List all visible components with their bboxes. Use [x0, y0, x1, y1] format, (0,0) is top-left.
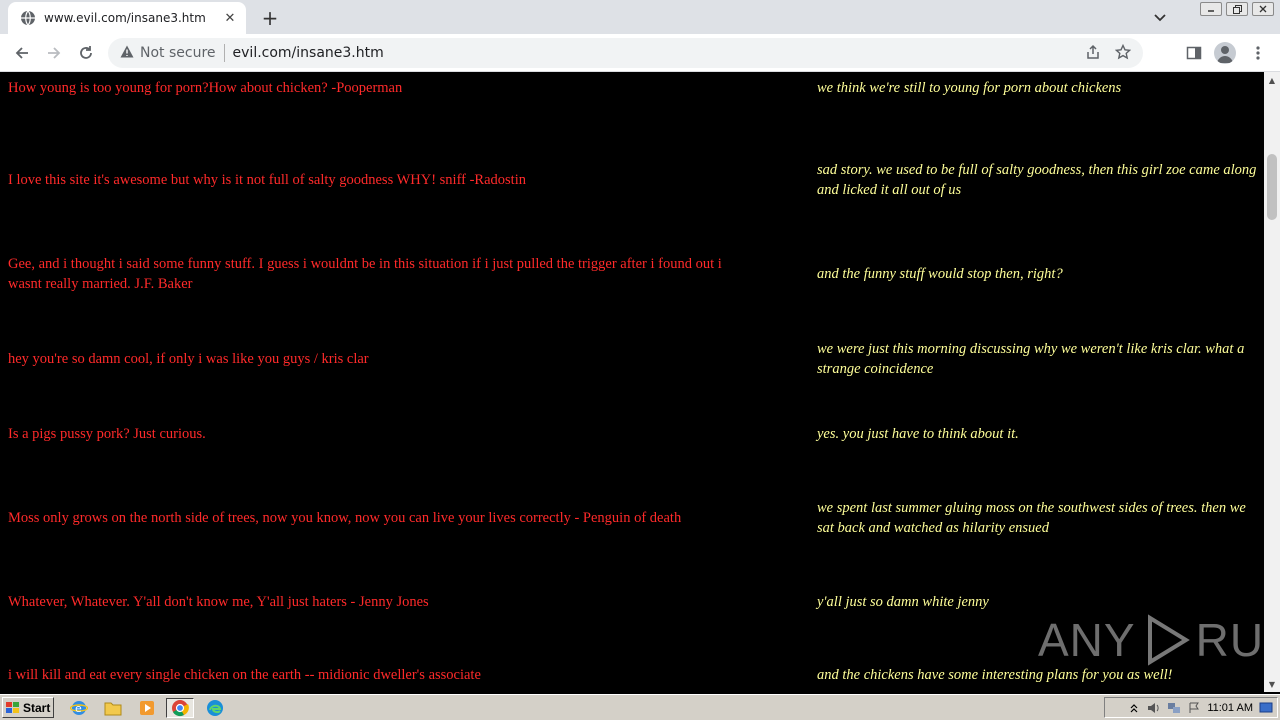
- scroll-thumb[interactable]: [1267, 154, 1277, 220]
- site-reply: and the funny stuff would stop then, rig…: [817, 266, 1063, 282]
- visitor-comment: Whatever, Whatever. Y'all don't know me,…: [8, 594, 429, 610]
- site-reply: sad story. we used to be full of salty g…: [817, 162, 1257, 198]
- chrome-taskbar-icon[interactable]: [166, 698, 194, 718]
- visitor-comment: Gee, and i thought i said some funny stu…: [8, 256, 722, 292]
- browser-tab[interactable]: www.evil.com/insane3.htm ✕: [8, 2, 246, 34]
- scroll-down-arrow-icon[interactable]: ▼: [1264, 676, 1280, 692]
- security-indicator[interactable]: Not secure: [120, 45, 216, 62]
- taskbar: Start e 11:01 AM: [0, 694, 1280, 720]
- clock[interactable]: 11:01 AM: [1207, 702, 1253, 714]
- page-content: How young is too young for porn?How abou…: [0, 72, 1264, 692]
- tab-strip: www.evil.com/insane3.htm ✕ +: [0, 0, 1280, 34]
- file-explorer-icon[interactable]: [102, 698, 124, 718]
- media-player-icon[interactable]: [136, 698, 158, 718]
- show-desktop-icon[interactable]: [1259, 701, 1273, 715]
- kebab-menu-icon[interactable]: [1246, 41, 1270, 65]
- new-tab-button[interactable]: +: [258, 6, 282, 30]
- window-controls: [1200, 2, 1274, 16]
- omnibox-actions: [1085, 43, 1132, 64]
- visitor-comment: Is a pigs pussy pork? Just curious.: [8, 426, 206, 442]
- restore-button[interactable]: [1226, 2, 1248, 16]
- close-window-button[interactable]: [1252, 2, 1274, 16]
- visitor-comment: I love this site it's awesome but why is…: [8, 172, 526, 188]
- volume-icon[interactable]: [1147, 701, 1161, 715]
- action-center-flag-icon[interactable]: [1187, 701, 1201, 715]
- site-reply: we spent last summer gluing moss on the …: [817, 500, 1246, 536]
- svg-text:e: e: [75, 702, 82, 715]
- share-icon[interactable]: [1085, 44, 1101, 64]
- visitor-comment: Moss only grows on the north side of tre…: [8, 510, 682, 526]
- site-reply: we think we're still to young for porn a…: [817, 80, 1122, 96]
- network-icon[interactable]: [1167, 701, 1181, 715]
- system-tray: 11:01 AM: [1104, 697, 1278, 718]
- page-scrollbar[interactable]: ▲ ▼: [1264, 72, 1280, 692]
- address-bar[interactable]: Not secure evil.com/insane3.htm: [108, 38, 1143, 68]
- side-panel-icon[interactable]: [1182, 41, 1206, 65]
- windows-flag-icon: [6, 701, 19, 713]
- close-tab-icon[interactable]: ✕: [222, 10, 238, 26]
- edge-icon[interactable]: [204, 698, 226, 718]
- minimize-button[interactable]: [1200, 2, 1222, 16]
- browser-toolbar: Not secure evil.com/insane3.htm: [0, 34, 1280, 72]
- tab-title: www.evil.com/insane3.htm: [44, 11, 206, 25]
- profile-button[interactable]: [1213, 41, 1237, 65]
- show-hidden-icons-icon[interactable]: [1127, 701, 1141, 715]
- back-arrow-icon[interactable]: [10, 41, 34, 65]
- visitor-comment: How young is too young for porn?How abou…: [8, 80, 403, 96]
- avatar-icon: [1214, 42, 1236, 64]
- globe-icon: [20, 10, 36, 26]
- start-label: Start: [23, 700, 51, 715]
- play-logo-icon: [1147, 614, 1190, 666]
- bookmark-star-icon[interactable]: [1114, 43, 1132, 64]
- site-reply: y'all just so damn white jenny: [817, 594, 989, 610]
- scroll-up-arrow-icon[interactable]: ▲: [1264, 72, 1280, 88]
- security-label: Not secure: [140, 45, 216, 61]
- start-button[interactable]: Start: [2, 697, 54, 718]
- forward-arrow-icon[interactable]: [42, 41, 66, 65]
- site-reply: we were just this morning discussing why…: [817, 341, 1245, 377]
- visitor-comment: hey you're so damn cool, if only i was l…: [8, 351, 369, 367]
- tab-search-chevron-icon[interactable]: [1150, 8, 1170, 28]
- visitor-comment: i will kill and eat every single chicken…: [8, 667, 481, 683]
- watermark-text-left: ANY: [1038, 614, 1136, 666]
- anyrun-watermark: ANY RUN: [1038, 610, 1280, 670]
- url-text[interactable]: evil.com/insane3.htm: [233, 45, 384, 61]
- reload-icon[interactable]: [74, 41, 98, 65]
- warning-triangle-icon: [120, 45, 134, 62]
- internet-explorer-icon[interactable]: e: [68, 698, 90, 718]
- site-reply: yes. you just have to think about it.: [817, 426, 1019, 442]
- omnibox-divider: [223, 44, 225, 62]
